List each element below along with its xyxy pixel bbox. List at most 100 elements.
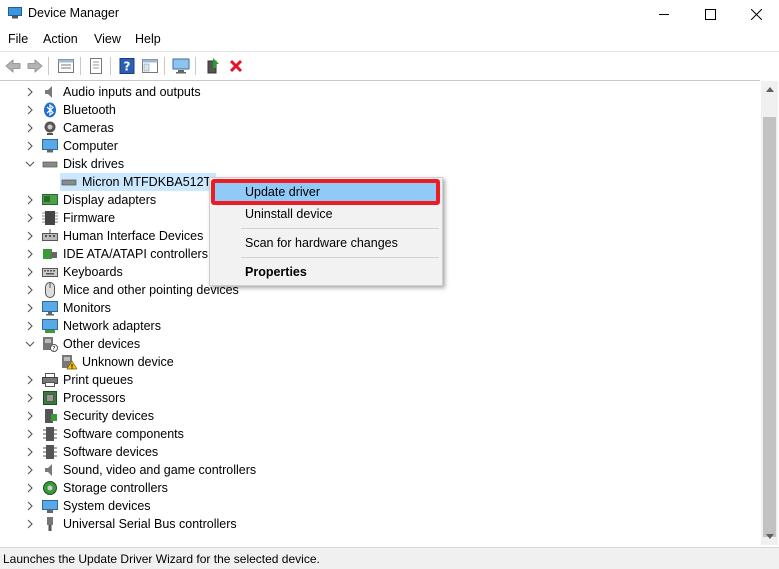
security-device-icon bbox=[45, 409, 57, 423]
tree-node-monitors[interactable]: Monitors bbox=[0, 299, 760, 317]
chevron-right-icon[interactable] bbox=[25, 447, 35, 457]
tree-node-unknown-device[interactable]: ! Unknown device bbox=[0, 353, 760, 371]
update-driver-button[interactable] bbox=[203, 56, 223, 76]
tree-node-label: Other devices bbox=[63, 337, 141, 351]
tree-node-processors[interactable]: Processors bbox=[0, 389, 760, 407]
device-tree[interactable]: Audio inputs and outputs Bluetooth Camer… bbox=[0, 80, 760, 545]
tree-node-network-adapters[interactable]: Network adapters bbox=[0, 317, 760, 335]
chevron-down-icon bbox=[765, 534, 774, 539]
chevron-right-icon[interactable] bbox=[25, 105, 35, 115]
uninstall-button[interactable] bbox=[226, 56, 246, 76]
menu-help[interactable]: Help bbox=[135, 32, 161, 46]
tree-node-software-devices[interactable]: Software devices bbox=[0, 443, 760, 461]
vertical-scrollbar[interactable] bbox=[761, 81, 778, 545]
menu-file[interactable]: File bbox=[8, 32, 28, 46]
minimize-button[interactable] bbox=[641, 0, 687, 28]
network-adapter-icon bbox=[42, 319, 58, 333]
back-icon bbox=[5, 59, 21, 73]
chevron-right-icon[interactable] bbox=[25, 429, 35, 439]
software-device-icon bbox=[43, 445, 57, 459]
sound-icon bbox=[45, 464, 52, 476]
chevron-down-icon[interactable] bbox=[25, 339, 35, 349]
tree-node-label: Storage controllers bbox=[63, 481, 168, 495]
menu-item-uninstall-device[interactable]: Uninstall device bbox=[213, 203, 439, 225]
computer-icon bbox=[42, 139, 58, 153]
mouse-icon bbox=[45, 282, 55, 298]
chevron-right-icon[interactable] bbox=[25, 123, 35, 133]
tree-node-label: Security devices bbox=[63, 409, 155, 423]
scroll-down-button[interactable] bbox=[761, 528, 778, 545]
update-driver-icon bbox=[207, 58, 219, 74]
tree-node-label: IDE ATA/ATAPI controllers bbox=[63, 247, 208, 261]
maximize-button[interactable] bbox=[687, 0, 733, 28]
toolbar: ? bbox=[0, 51, 779, 78]
menu-view[interactable]: View bbox=[94, 32, 121, 46]
tree-node-storage-controllers[interactable]: Storage controllers bbox=[0, 479, 760, 497]
help-button[interactable]: ? bbox=[117, 56, 137, 76]
chevron-right-icon[interactable] bbox=[25, 267, 35, 277]
tree-node-other-devices[interactable]: ? Other devices bbox=[0, 335, 760, 353]
menu-item-scan-hardware[interactable]: Scan for hardware changes bbox=[213, 232, 439, 254]
tree-node-computer[interactable]: Computer bbox=[0, 137, 760, 155]
tree-node-label: Computer bbox=[63, 139, 118, 153]
chevron-right-icon[interactable] bbox=[25, 285, 35, 295]
chevron-right-icon[interactable] bbox=[25, 303, 35, 313]
help-icon: ? bbox=[119, 58, 135, 74]
forward-icon bbox=[27, 59, 43, 73]
scroll-thumb[interactable] bbox=[763, 117, 776, 537]
tree-node-software-components[interactable]: Software components bbox=[0, 425, 760, 443]
show-hidden-button[interactable] bbox=[86, 56, 106, 76]
processor-icon bbox=[43, 391, 57, 405]
close-button[interactable] bbox=[733, 0, 779, 28]
tree-node-cameras[interactable]: Cameras bbox=[0, 119, 760, 137]
properties-pane-button[interactable] bbox=[56, 56, 76, 76]
menu-item-properties[interactable]: Properties bbox=[213, 261, 439, 283]
tree-node-label: Audio inputs and outputs bbox=[63, 85, 201, 99]
chevron-up-icon bbox=[765, 87, 774, 92]
forward-button[interactable] bbox=[25, 56, 45, 76]
chevron-right-icon[interactable] bbox=[25, 465, 35, 475]
tree-node-label: Display adapters bbox=[63, 193, 157, 207]
chevron-right-icon[interactable] bbox=[25, 249, 35, 259]
menu-separator bbox=[241, 257, 439, 258]
tree-node-label: Sound, video and game controllers bbox=[63, 463, 257, 477]
back-button[interactable] bbox=[3, 56, 23, 76]
ide-controller-icon bbox=[43, 249, 57, 259]
other-devices-icon: ? bbox=[43, 337, 58, 352]
tree-node-label: Processors bbox=[63, 391, 126, 405]
disk-drive-icon bbox=[61, 179, 77, 186]
tree-node-usb[interactable]: Universal Serial Bus controllers bbox=[0, 515, 760, 533]
chevron-down-icon[interactable] bbox=[25, 159, 35, 169]
camera-icon bbox=[44, 121, 56, 135]
tree-node-system-devices[interactable]: System devices bbox=[0, 497, 760, 515]
chevron-right-icon[interactable] bbox=[25, 321, 35, 331]
menu-action[interactable]: Action bbox=[43, 32, 78, 46]
chevron-right-icon[interactable] bbox=[25, 411, 35, 421]
svg-text:!: ! bbox=[71, 364, 74, 371]
tree-node-security-devices[interactable]: Security devices bbox=[0, 407, 760, 425]
chevron-right-icon[interactable] bbox=[25, 195, 35, 205]
console-tree-button[interactable] bbox=[140, 56, 160, 76]
tree-node-audio[interactable]: Audio inputs and outputs bbox=[0, 83, 760, 101]
chevron-right-icon[interactable] bbox=[25, 141, 35, 151]
chevron-right-icon[interactable] bbox=[25, 375, 35, 385]
chevron-right-icon[interactable] bbox=[25, 231, 35, 241]
tree-node-label: Software devices bbox=[63, 445, 159, 459]
chevron-right-icon[interactable] bbox=[25, 519, 35, 529]
scan-hardware-button[interactable] bbox=[171, 56, 191, 76]
chevron-right-icon[interactable] bbox=[25, 393, 35, 403]
tree-node-label: System devices bbox=[63, 499, 151, 513]
tree-node-print-queues[interactable]: Print queues bbox=[0, 371, 760, 389]
chevron-right-icon[interactable] bbox=[25, 483, 35, 493]
scroll-up-button[interactable] bbox=[761, 81, 778, 98]
chevron-right-icon[interactable] bbox=[25, 501, 35, 511]
tree-node-disk-drives[interactable]: Disk drives bbox=[0, 155, 760, 173]
monitor-icon bbox=[42, 301, 58, 316]
tree-node-bluetooth[interactable]: Bluetooth bbox=[0, 101, 760, 119]
properties-pane-icon bbox=[58, 59, 74, 73]
chevron-right-icon[interactable] bbox=[25, 213, 35, 223]
chevron-right-icon[interactable] bbox=[25, 87, 35, 97]
tree-node-label: Micron MTFDKBA512TFH bbox=[82, 175, 228, 189]
tree-node-label: Universal Serial Bus controllers bbox=[63, 517, 237, 531]
tree-node-sound[interactable]: Sound, video and game controllers bbox=[0, 461, 760, 479]
